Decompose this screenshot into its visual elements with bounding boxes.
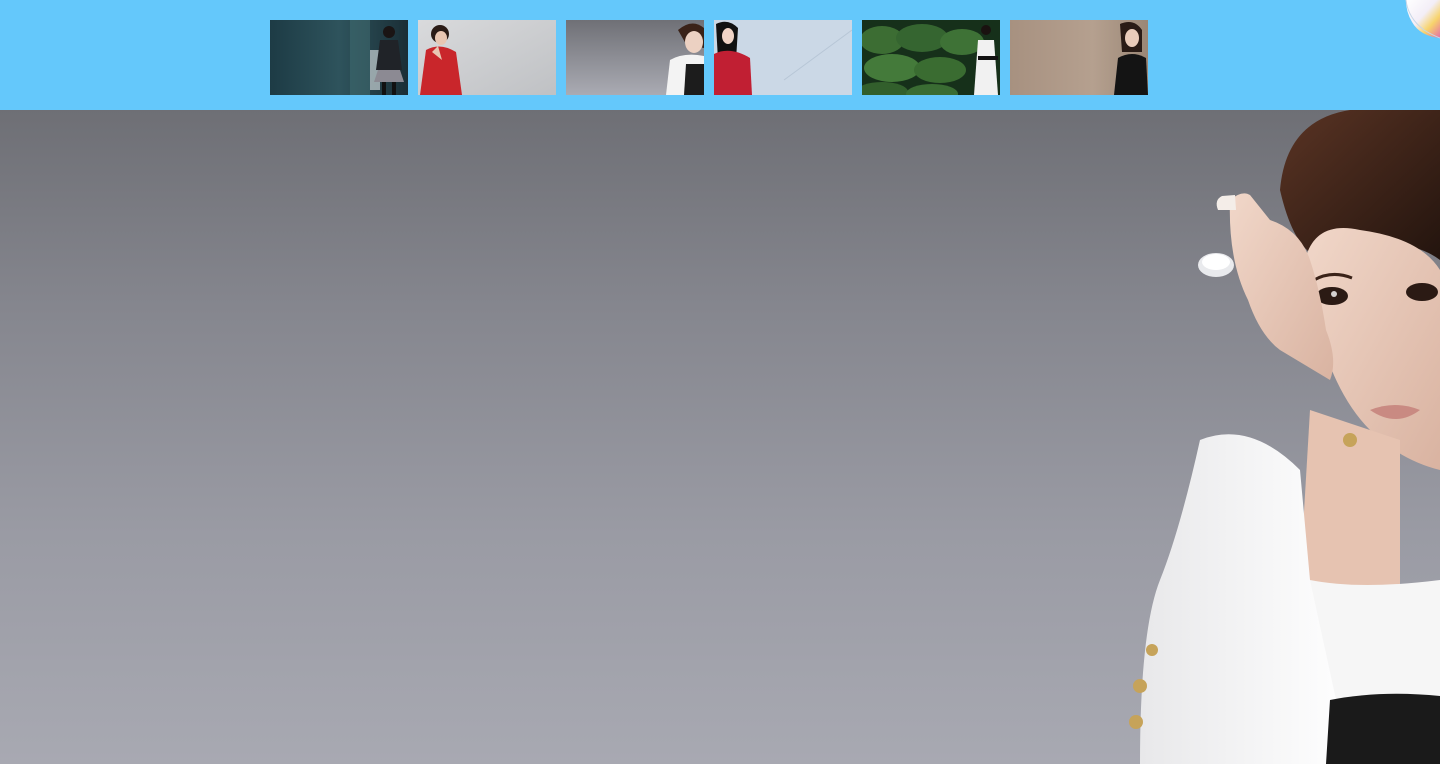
thumbnail-5-image: [862, 20, 1000, 95]
thumbnail-list: [270, 20, 1148, 95]
thumbnail-2-image: [418, 20, 556, 95]
thumbnail-3-image: [566, 20, 704, 95]
thumbnail-1-image: [270, 20, 408, 95]
wallpaper-preview: [0, 110, 1440, 764]
portrait-image: [1129, 110, 1440, 764]
wallpaper-gallery-page: [0, 0, 1440, 764]
thumbnail-5[interactable]: [862, 20, 1000, 95]
thumbnail-3[interactable]: [566, 20, 704, 95]
page-curl-icon[interactable]: [1398, 0, 1440, 40]
thumbnail-6-image: [1010, 20, 1148, 95]
thumbnail-6[interactable]: [1010, 20, 1148, 95]
thumbnail-2[interactable]: [418, 20, 556, 95]
thumbnail-1[interactable]: [270, 20, 408, 95]
thumbnail-4-image: [714, 20, 852, 95]
thumbnail-4[interactable]: [714, 20, 852, 95]
thumbnail-strip: [0, 0, 1440, 110]
